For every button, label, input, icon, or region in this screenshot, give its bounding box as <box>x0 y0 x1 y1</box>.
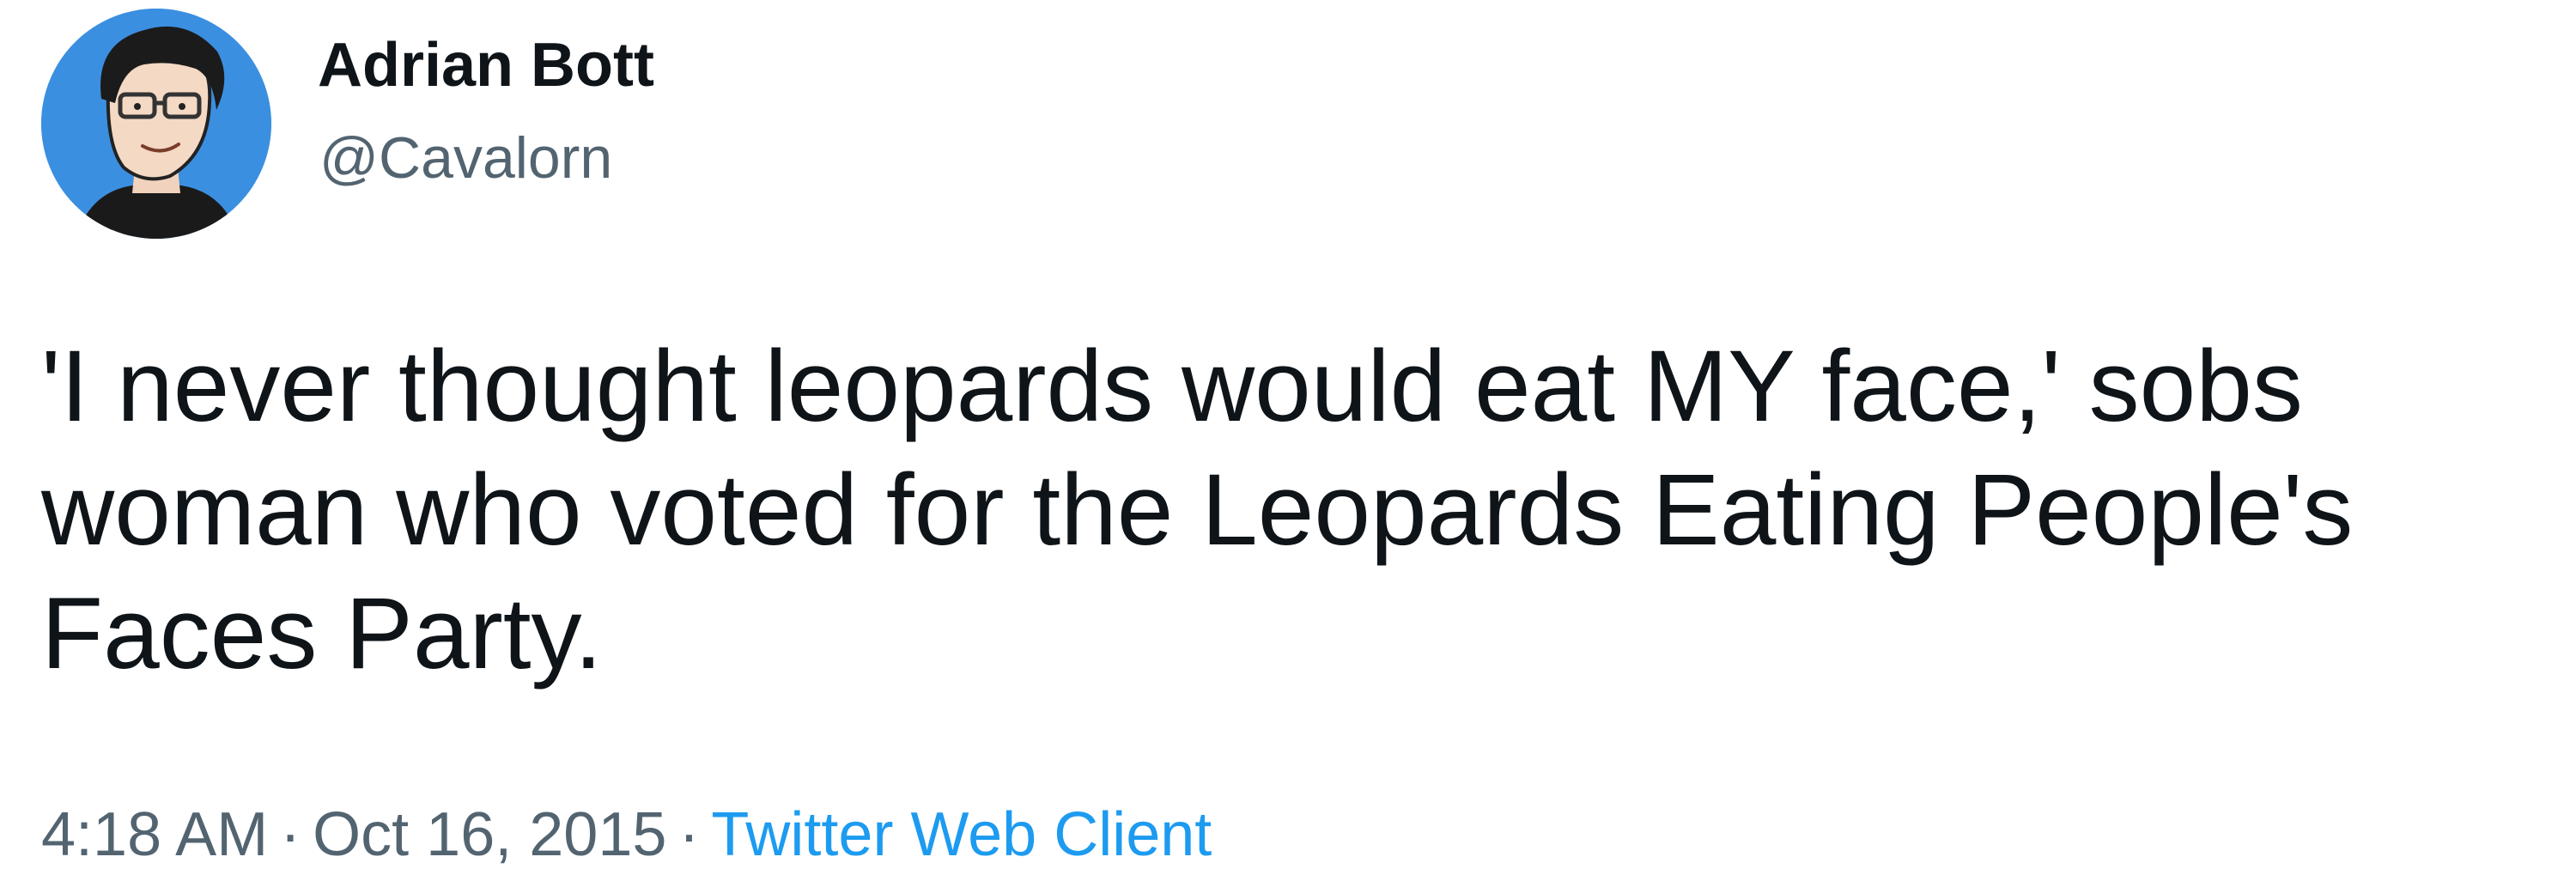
tweet-date[interactable]: Oct 16, 2015 <box>313 800 666 869</box>
avatar[interactable] <box>41 9 271 239</box>
meta-separator: · <box>280 800 301 869</box>
tweet-text: 'I never thought leopards would eat MY f… <box>41 325 2531 696</box>
meta-separator: · <box>678 800 700 869</box>
author-display-name[interactable]: Adrian Bott <box>318 34 654 96</box>
tweet-text-line: 'I never thought leopards would eat MY f… <box>41 330 2303 443</box>
tweet-metadata: 4:18 AM · Oct 16, 2015 · Twitter Web Client <box>41 804 1212 866</box>
tweet-text-line: woman who voted for the Leopards Eating … <box>41 453 2354 567</box>
tweet-card: Adrian Bott @Cavalorn 'I never thought l… <box>0 0 2576 866</box>
author-handle[interactable]: @Cavalorn <box>319 129 612 187</box>
tweet-time[interactable]: 4:18 AM <box>41 800 268 869</box>
tweet-text-line: Faces Party. <box>41 577 603 690</box>
tweet-source-link[interactable]: Twitter Web Client <box>711 800 1212 869</box>
cartoon-portrait-avatar-icon <box>41 9 271 239</box>
